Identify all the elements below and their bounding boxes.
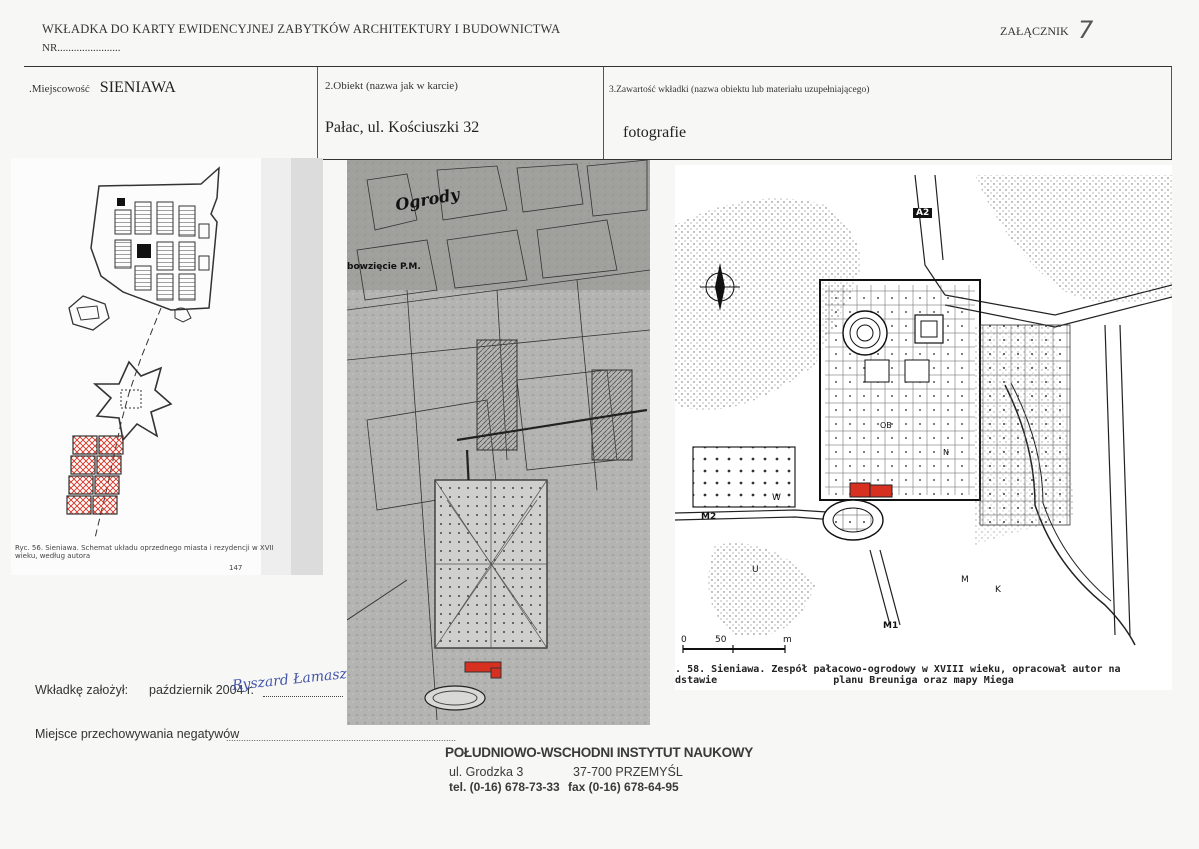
attachment-label: ZAŁĄCZNIK	[1000, 24, 1069, 38]
grid-divider-1	[317, 67, 318, 159]
zalozyl-label: Wkładkę założył:	[35, 683, 129, 697]
plan1-caption: Ryc. 56. Sieniawa. Schemat układu oprzed…	[15, 544, 274, 560]
map3-label-u: U	[752, 565, 759, 575]
map3-label-m2: M2	[701, 512, 717, 522]
map3-label-m: M	[961, 575, 969, 585]
grid-divider-3	[1171, 67, 1172, 159]
negatives-location-label: Miejsce przechowywania negatywów	[35, 727, 240, 741]
fields-grid: .Miejscowość SIENIAWA 2.Obiekt (nazwa ja…	[24, 66, 1172, 160]
map3-scale-0: 0	[681, 635, 687, 645]
map3-label-m1: M1	[883, 621, 899, 631]
map3-label-k: K	[995, 585, 1001, 595]
map3-scale-unit: m	[783, 635, 792, 645]
palace-garden-drawing	[675, 165, 1172, 690]
obiekt-label: 2.Obiekt (nazwa jak w karcie)	[325, 80, 458, 92]
palace-garden-plan-scan: A2 M2 M1 W U M K OB N 0 50 m yc. 58. Sie…	[675, 165, 1172, 690]
map3-scale-50: 50	[715, 635, 727, 645]
cadastral-map-scan: Ogrody bowzięcie P.M.	[347, 160, 650, 725]
map3-label-n: N	[943, 448, 949, 457]
stamp-city: 37-700 PRZEMYŚL	[573, 765, 683, 779]
zalozyl-dotted-line	[263, 696, 343, 697]
map2-label-bowzięcie: bowzięcie P.M.	[347, 262, 421, 272]
miejscowosc-field: .Miejscowość SIENIAWA	[29, 79, 176, 97]
plan-scan-1: Ryc. 56. Sieniawa. Schemat układu oprzed…	[11, 158, 323, 575]
page: { "header": { "title": "WKŁADKA DO KARTY…	[0, 0, 1199, 849]
map3-label-ob: OB	[880, 421, 892, 430]
negatives-location-dots: ........................................…	[226, 733, 457, 743]
stamp-tel: tel. (0-16) 678-73-33	[449, 780, 560, 794]
attachment-number: 7	[1078, 16, 1094, 44]
stamp-street: ul. Grodzka 3	[449, 765, 524, 779]
zawartosc-label: 3.Zawartość wkładki (nazwa obiektu lub m…	[609, 85, 870, 95]
stamp-institute-name: POŁUDNIOWO-WSCHODNI INSTYTUT NAUKOWY	[445, 745, 753, 760]
obiekt-value: Pałac, ul. Kościuszki 32	[325, 119, 480, 136]
zawartosc-value: fotografie	[623, 124, 687, 141]
map3-caption-line2: planu Breuniga oraz mapy Miega	[833, 675, 1014, 686]
form-title: WKŁADKA DO KARTY EWIDENCYJNEJ ZABYTKÓW A…	[42, 22, 561, 36]
grid-divider-2	[603, 67, 604, 159]
miejscowosc-value: SIENIAWA	[99, 79, 176, 96]
miejscowosc-label: .Miejscowość	[29, 83, 90, 95]
form-number: NR.......................	[42, 42, 121, 54]
stamp-fax: fax (0-16) 678-64-95	[568, 780, 679, 794]
signature: Ryszard Łamasz	[231, 666, 348, 694]
plan1-page-number: 147	[229, 564, 243, 572]
cadastral-map-drawing	[347, 160, 650, 725]
town-schematic-drawing	[66, 158, 322, 575]
map3-label-w: W	[772, 493, 781, 503]
map3-label-a2: A2	[913, 208, 933, 218]
